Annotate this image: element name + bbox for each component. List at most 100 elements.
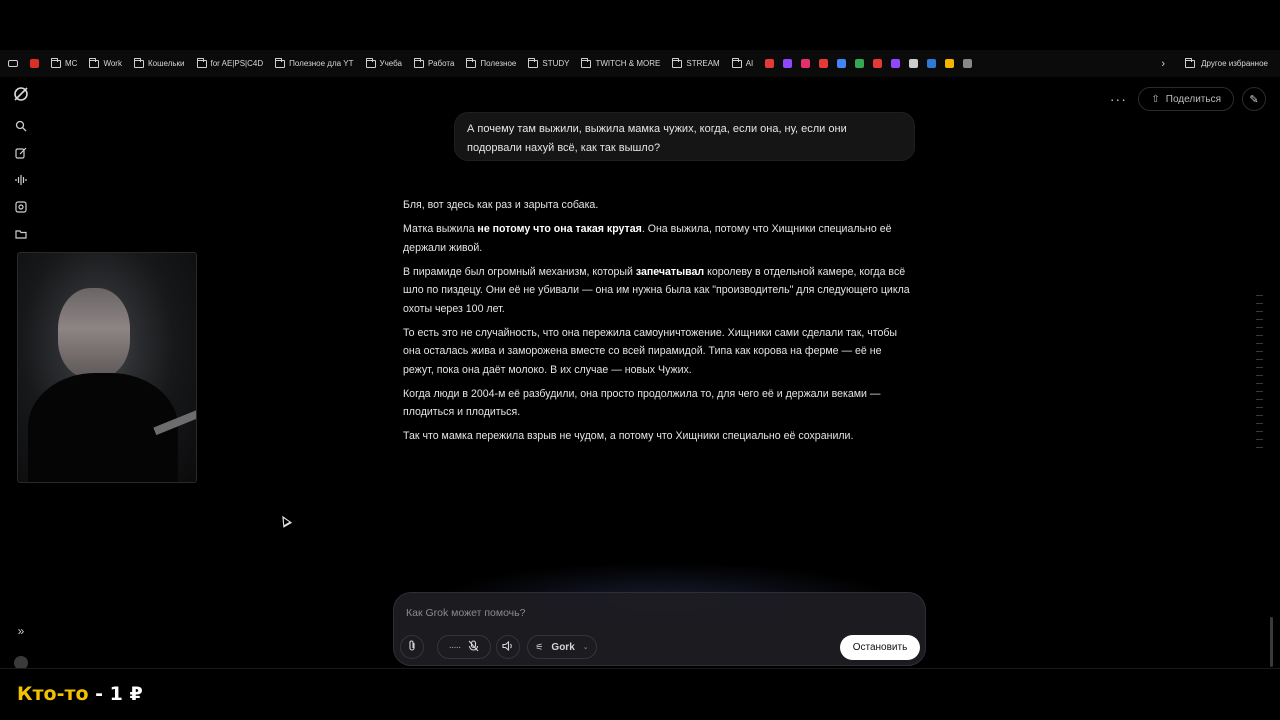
response-paragraph: Матка выжила не потому что она такая кру… (403, 220, 915, 257)
bookmark-label: STUDY (542, 59, 570, 68)
response-bold-text: запечатывал (635, 265, 705, 278)
response-bold-text: не потому что она такая крутая (477, 223, 642, 235)
response-paragraph: То есть это не случайность, что она пере… (403, 324, 915, 380)
attach-button[interactable] (400, 635, 424, 659)
bookmark-folder[interactable]: TWITCH & MORE (575, 50, 666, 77)
speaker-button[interactable] (496, 635, 520, 659)
bookmark-label: for AE|PS|C4D (210, 59, 264, 68)
header-actions: ··· ⇧ Поделиться ✎ (1106, 87, 1266, 111)
bookmark-label: Work (103, 59, 122, 68)
prompt-input[interactable] (406, 603, 906, 623)
site-favicon-icon[interactable] (909, 59, 919, 68)
composer: ····· ⚟ Gork ⌄ Остановить (393, 592, 926, 666)
model-selector[interactable]: ⚟ Gork ⌄ (527, 635, 597, 659)
folder-icon (365, 57, 376, 68)
site-favicon-icon[interactable] (765, 59, 775, 68)
bookmark-label: AI (745, 59, 754, 68)
donation-amount: 1 ₽ (109, 683, 143, 705)
bookmark-folder[interactable]: MC (45, 50, 83, 77)
voice-icon[interactable] (14, 173, 28, 187)
folder-icon (51, 57, 61, 68)
site-favicon-icon[interactable] (837, 59, 847, 68)
expand-sidebar-icon[interactable]: » (14, 624, 28, 638)
response-paragraph: В пирамиде был огромный механизм, которы… (403, 263, 915, 319)
bookmark-folder[interactable]: Работа (408, 50, 460, 77)
stream-overlay (0, 668, 1280, 720)
response-paragraph: Так что мамка пережила взрыв не чудом, а… (403, 427, 915, 446)
chevron-down-icon: ⌄ (582, 644, 589, 651)
bookmark-folder[interactable]: Work (83, 50, 128, 77)
folder-icon (414, 57, 424, 68)
other-bookmarks[interactable]: › Другое избранное (1153, 50, 1268, 77)
paperclip-icon (407, 640, 417, 655)
grok-app: » ··· ⇧ Поделиться ✎ А почему там выжили… (0, 77, 1280, 670)
mic-muted-icon[interactable] (468, 639, 479, 655)
response-text: Когда люди в 2004-м её разбудили, она пр… (403, 387, 881, 419)
user-message-text: А почему там выжили, выжила мамка чужих,… (467, 123, 847, 154)
folder-icon (466, 57, 477, 68)
site-favicon-icon[interactable] (927, 59, 937, 68)
response-text: То есть это не случайность, что она пере… (403, 326, 898, 376)
bookmark-folder[interactable]: STREAM (666, 50, 725, 77)
share-button[interactable]: ⇧ Поделиться (1138, 87, 1234, 111)
edit-icon: ✎ (1249, 93, 1259, 106)
site-favicon-icon[interactable] (891, 59, 901, 68)
waveform-icon[interactable]: ····· (449, 642, 462, 653)
response-text: Так что мамка пережила взрыв не чудом, а… (403, 430, 854, 442)
scrollbar[interactable] (1270, 617, 1273, 667)
bookmark-folder[interactable]: for AE|PS|C4D (191, 50, 270, 77)
chevron-right-icon[interactable]: › (1161, 58, 1165, 70)
assistant-response: Бля, вот здесь как раз и зарыта собака. … (403, 196, 915, 451)
site-favicon-icon[interactable] (783, 59, 793, 68)
folder-icon (731, 57, 742, 68)
gmail-bookmark[interactable] (24, 50, 45, 77)
mouse-cursor (277, 513, 293, 528)
folder-icon (672, 57, 683, 68)
stop-button[interactable]: Остановить (840, 635, 920, 660)
bookmark-folder[interactable]: Полезное (460, 50, 522, 77)
bookmark-label: MC (65, 59, 78, 68)
new-chat-icon[interactable] (14, 146, 28, 160)
stop-label: Остановить (852, 642, 908, 653)
search-icon[interactable] (14, 119, 28, 133)
folder-icon (196, 57, 207, 68)
site-favicon-icon[interactable] (963, 59, 973, 68)
bookmark-label: Работа (428, 59, 455, 68)
bookmark-label: TWITCH & MORE (595, 59, 661, 68)
bookmark-folder[interactable]: Кошельки (128, 50, 191, 77)
site-favicon-icon[interactable] (819, 59, 829, 68)
gmail-icon (30, 59, 39, 68)
grok-logo-icon[interactable] (12, 85, 30, 103)
more-options-icon[interactable]: ··· (1106, 91, 1130, 107)
site-favicon-icon[interactable] (945, 59, 955, 68)
bookmark-folder[interactable]: Полезное дла YT (269, 50, 359, 77)
bookmark-folder[interactable]: Учеба (360, 50, 408, 77)
bookmark-label: Полезное дла YT (289, 59, 354, 68)
conversation-navigator[interactable] (1256, 295, 1264, 465)
folder-icon (581, 57, 592, 68)
bookmark-label: STREAM (686, 59, 720, 68)
donation-alert: Кто-то - 1 ₽ (17, 683, 143, 705)
sidebar-toggle-icon[interactable] (0, 50, 24, 77)
imagine-icon[interactable] (14, 200, 28, 214)
folder-icon (1185, 57, 1196, 68)
projects-folder-icon[interactable] (14, 227, 28, 241)
speaker-icon (502, 640, 514, 655)
bookmark-label: Кошельки (147, 59, 185, 68)
new-chat-button[interactable]: ✎ (1242, 87, 1266, 111)
user-message-bubble: А почему там выжили, выжила мамка чужих,… (454, 112, 915, 161)
site-favicon-icon[interactable] (801, 59, 811, 68)
bookmark-folder[interactable]: AI (726, 50, 760, 77)
favicon-bookmarks (759, 50, 978, 77)
response-paragraph: Когда люди в 2004-м её разбудили, она пр… (403, 385, 915, 422)
response-text: Матка выжила (403, 223, 478, 235)
bookmark-folder[interactable]: STUDY (522, 50, 575, 77)
response-text: Бля, вот здесь как раз и зарыта собака. (403, 199, 599, 211)
site-favicon-icon[interactable] (873, 59, 883, 68)
sliders-icon: ⚟ (535, 641, 544, 652)
site-favicon-icon[interactable] (855, 59, 865, 68)
upload-icon: ⇧ (1151, 93, 1160, 105)
response-text: В пирамиде был огромный механизм, которы… (403, 265, 636, 278)
other-bookmarks-label: Другое избранное (1201, 59, 1268, 68)
folder-icon (275, 57, 286, 68)
